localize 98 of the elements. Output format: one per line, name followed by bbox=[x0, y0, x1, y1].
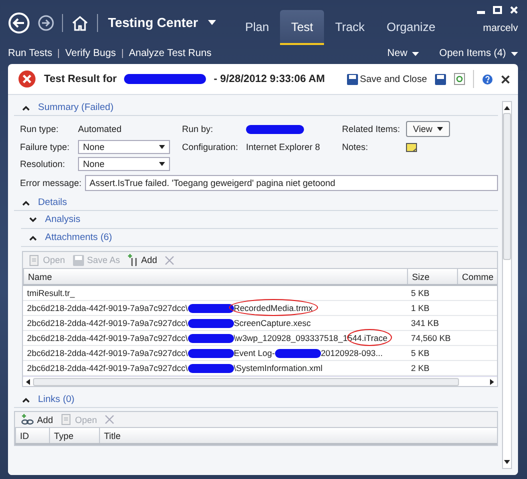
section-header[interactable]: Summary (Failed) bbox=[38, 102, 114, 113]
link-add-icon bbox=[21, 414, 34, 425]
redaction-mark bbox=[188, 318, 234, 328]
column-header[interactable]: Type bbox=[49, 428, 99, 443]
table-cell-text: 2 KB bbox=[410, 363, 430, 373]
home-icon[interactable] bbox=[71, 14, 89, 30]
field-label: Notes: bbox=[342, 142, 370, 152]
tab[interactable]: Organize bbox=[376, 10, 446, 45]
caret-icon[interactable] bbox=[208, 20, 216, 25]
scroll-right-icon[interactable] bbox=[490, 378, 494, 384]
table-cell: RecordedMedia.trmx bbox=[234, 303, 313, 313]
paperclip-add-icon bbox=[128, 254, 138, 266]
column-header[interactable]: Name bbox=[23, 269, 407, 284]
tab[interactable]: Track bbox=[324, 10, 376, 45]
section-header[interactable]: Links (0) bbox=[38, 394, 74, 405]
field-value: Automated bbox=[78, 124, 123, 134]
column-header[interactable]: Title bbox=[99, 428, 497, 443]
table-cell: Event Log- bbox=[234, 348, 275, 358]
nav-link[interactable]: Run Tests bbox=[8, 48, 52, 59]
redaction-mark bbox=[246, 124, 304, 134]
redaction-mark bbox=[188, 334, 234, 342]
scroll-down-icon[interactable] bbox=[504, 460, 510, 464]
horizontal-scrollbar[interactable] bbox=[23, 376, 497, 386]
redaction-mark bbox=[188, 304, 234, 312]
menu-button[interactable]: New bbox=[387, 48, 420, 59]
save-and-close-button[interactable]: Save and Close bbox=[346, 74, 427, 84]
table-cell: tmiResult.tr_ bbox=[27, 288, 75, 298]
dropdown[interactable]: None bbox=[78, 157, 170, 171]
scroll-left-icon[interactable] bbox=[26, 378, 30, 384]
save-icon bbox=[346, 74, 358, 84]
scroll-up-icon[interactable] bbox=[504, 106, 510, 110]
maximize-icon[interactable] bbox=[493, 6, 502, 14]
nav-link[interactable]: Analyze Test Runs bbox=[128, 48, 212, 59]
table-cell: 2bc6d218-2dda-442f-9019-7a9a7c927dcc\ bbox=[27, 303, 188, 313]
nav-link[interactable]: Verify Bugs bbox=[65, 48, 116, 59]
collapse-icon[interactable] bbox=[22, 200, 30, 206]
app-title: Testing Center bbox=[108, 15, 198, 30]
table-cell-text: 5 KB bbox=[410, 288, 430, 298]
help-icon[interactable] bbox=[482, 74, 493, 84]
field-value: Internet Explorer 8 bbox=[246, 142, 322, 152]
expand-icon[interactable] bbox=[29, 216, 37, 222]
field-label: Run type: bbox=[20, 124, 60, 134]
collapse-icon[interactable] bbox=[22, 104, 30, 110]
add-button[interactable]: Add bbox=[21, 414, 54, 425]
vertical-scrollbar[interactable] bbox=[502, 101, 512, 469]
back-icon[interactable] bbox=[8, 12, 30, 34]
redaction-mark bbox=[274, 348, 321, 358]
field-label: Resolution: bbox=[20, 159, 66, 169]
table-cell: 44.iTrace bbox=[352, 333, 388, 343]
error-message-field[interactable]: Assert.IsTrue failed. 'Toegang geweigerd' pagina niet getoond bbox=[84, 175, 498, 191]
tab[interactable]: Test bbox=[280, 10, 324, 45]
menu-button[interactable]: Open Items (4) bbox=[439, 48, 518, 59]
dropdown[interactable]: None bbox=[78, 140, 170, 154]
table-cell: 2bc6d218-2dda-442f-9019-7a9a7c927dcc\ bbox=[27, 333, 188, 343]
caret-icon bbox=[159, 145, 165, 149]
section-header[interactable]: Analysis bbox=[45, 214, 80, 225]
field-label: Run by: bbox=[182, 124, 214, 134]
redaction-mark bbox=[188, 348, 234, 358]
caret-icon bbox=[511, 52, 518, 56]
table-cell: 2bc6d218-2dda-442f-9019-7a9a7c927dcc\ bbox=[27, 348, 188, 358]
field-label: Failure type: bbox=[20, 142, 71, 152]
field-label: Error message: bbox=[20, 178, 82, 188]
save-icon[interactable] bbox=[435, 74, 446, 84]
table-cell-text: 74,560 KB bbox=[410, 333, 452, 343]
caret-icon bbox=[437, 127, 444, 131]
table-cell: ScreenCapture.xesc bbox=[234, 318, 311, 328]
document-title: Test Result for bbox=[44, 73, 117, 85]
user-name: marcelv bbox=[482, 23, 518, 34]
section-header[interactable]: Details bbox=[38, 197, 68, 208]
collapse-icon[interactable] bbox=[22, 396, 30, 402]
column-header[interactable]: Comme bbox=[457, 269, 497, 284]
table-cell: 2bc6d218-2dda-442f-9019-7a9a7c927dcc\ bbox=[27, 363, 188, 373]
column-header[interactable]: Size bbox=[407, 269, 457, 284]
document-date: - 9/28/2012 9:33:06 AM bbox=[214, 73, 325, 85]
error-icon bbox=[18, 70, 36, 88]
close-icon[interactable] bbox=[501, 74, 510, 84]
refresh-icon[interactable] bbox=[454, 73, 465, 85]
view-button[interactable]: View bbox=[406, 121, 450, 137]
tab[interactable]: Plan bbox=[234, 10, 280, 45]
field-label: Related Items: bbox=[342, 124, 402, 134]
table-cell: \SystemInformation.xml bbox=[234, 363, 322, 373]
add-button[interactable]: Add bbox=[128, 254, 158, 266]
collapse-icon[interactable] bbox=[29, 234, 37, 240]
save-icon bbox=[73, 254, 84, 266]
caret-icon bbox=[159, 162, 165, 166]
table-cell-text: 5 KB bbox=[410, 348, 430, 358]
table-cell: 20120928-093... bbox=[320, 348, 383, 358]
document-icon bbox=[29, 254, 40, 266]
note-icon[interactable] bbox=[406, 142, 417, 152]
table-cell-text: 1 KB bbox=[410, 303, 430, 313]
field-label: Configuration: bbox=[182, 142, 240, 152]
table-cell: 2bc6d218-2dda-442f-9019-7a9a7c927dcc\ bbox=[27, 318, 188, 328]
section-header[interactable]: Attachments (6) bbox=[45, 232, 112, 243]
column-header[interactable]: ID bbox=[15, 428, 49, 443]
forward-icon[interactable] bbox=[38, 14, 54, 30]
redaction-mark bbox=[188, 364, 234, 372]
table-cell-text: 341 KB bbox=[410, 318, 440, 328]
caret-icon bbox=[412, 52, 420, 56]
